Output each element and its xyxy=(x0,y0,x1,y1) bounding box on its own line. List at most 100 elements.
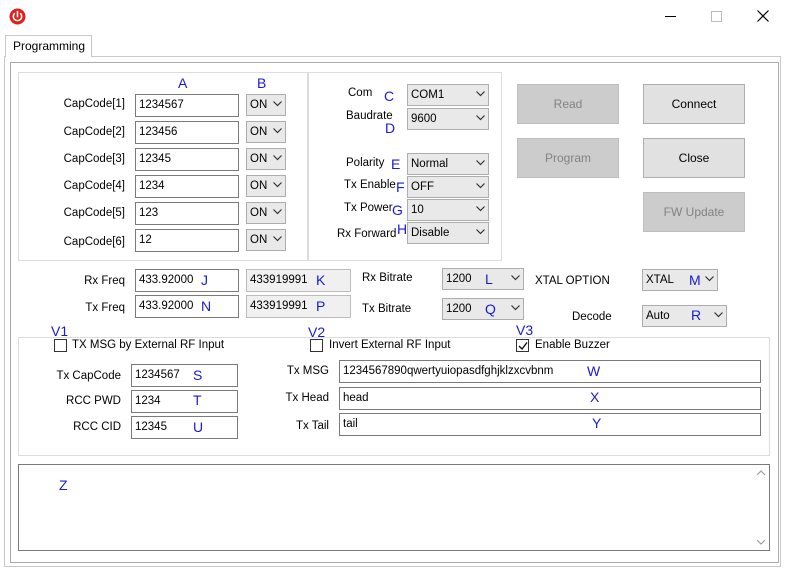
checkmark-icon xyxy=(518,342,528,351)
program-button[interactable]: Program xyxy=(517,138,619,178)
marker-c: C xyxy=(384,88,395,104)
xtal-select[interactable]: XTAL xyxy=(642,269,718,291)
rx-bitrate-label: Rx Bitrate xyxy=(362,272,413,284)
chevron-down-icon xyxy=(511,275,520,281)
tx-head-input[interactable]: head xyxy=(339,387,761,410)
tx-tail-input[interactable]: tail xyxy=(339,413,761,436)
title-bar xyxy=(0,0,787,32)
scroll-up-icon[interactable] xyxy=(755,468,767,478)
com-select[interactable]: COM1 xyxy=(407,84,489,106)
capcode-3-input[interactable]: 12345 xyxy=(135,148,239,171)
maximize-button[interactable] xyxy=(693,0,739,32)
chevron-down-icon xyxy=(705,276,714,282)
decode-label: Decode xyxy=(572,311,612,323)
tx-msg-input[interactable]: 1234567890qwertyuiopasdfghjklzxcvbnm xyxy=(339,360,761,383)
marker-h: H xyxy=(397,221,408,237)
rcc-cid-label: RCC CID xyxy=(73,421,121,433)
read-button[interactable]: Read xyxy=(517,84,619,124)
rx-freq-raw: 433919991 xyxy=(246,269,351,292)
tx-msg-external-checkbox[interactable] xyxy=(54,339,67,352)
tab-programming[interactable]: Programming xyxy=(5,35,92,57)
capcode-2-input[interactable]: 123456 xyxy=(135,121,239,144)
tx-tail-label: Tx Tail xyxy=(295,420,329,432)
marker-v2: V2 xyxy=(308,324,326,340)
marker-f: F xyxy=(396,179,405,195)
chevron-down-icon xyxy=(273,182,282,188)
enable-buzzer-checkbox[interactable] xyxy=(516,339,529,352)
tx-freq-label: Tx Freq xyxy=(85,302,125,314)
chevron-down-icon xyxy=(273,236,282,242)
marker-a: A xyxy=(178,75,188,91)
tx-capcode-label: Tx CapCode xyxy=(56,370,121,382)
marker-y: Y xyxy=(592,415,602,431)
capcode-1-label: CapCode[1] xyxy=(63,98,125,110)
power-logo-icon xyxy=(9,8,26,25)
chevron-down-icon xyxy=(273,128,282,134)
chevron-down-icon xyxy=(273,209,282,215)
baudrate-select[interactable]: 9600 xyxy=(407,108,489,130)
marker-e: E xyxy=(391,156,401,172)
marker-w: W xyxy=(587,363,601,379)
capcode-4-input[interactable]: 1234 xyxy=(135,175,239,198)
marker-t: T xyxy=(193,392,202,408)
rx-freq-input[interactable]: 433.92000 xyxy=(135,269,239,292)
chevron-down-icon xyxy=(511,305,520,311)
marker-j: J xyxy=(201,272,208,288)
capcode-1-select[interactable]: ON xyxy=(246,94,286,116)
maximize-icon xyxy=(710,10,722,22)
tx-bitrate-select[interactable]: 1200 xyxy=(442,298,524,320)
chevron-down-icon xyxy=(476,91,485,97)
rx-forward-select[interactable]: Disable xyxy=(407,222,489,244)
minimize-button[interactable] xyxy=(647,0,693,32)
capcode-6-label: CapCode[6] xyxy=(63,236,125,248)
marker-s: S xyxy=(193,367,203,383)
capcode-1-input[interactable]: 1234567 xyxy=(135,94,239,117)
capcode-3-select[interactable]: ON xyxy=(246,148,286,170)
com-label: Com xyxy=(348,87,373,99)
fw-update-button[interactable]: FW Update xyxy=(643,192,745,232)
enable-buzzer-label: Enable Buzzer xyxy=(535,339,610,351)
marker-k: K xyxy=(316,272,326,288)
marker-q: Q xyxy=(485,301,496,317)
capcode-4-select[interactable]: ON xyxy=(246,175,286,197)
polarity-select[interactable]: Normal xyxy=(407,153,489,175)
tx-msg-external-label: TX MSG by External RF Input xyxy=(72,339,225,351)
tx-freq-input[interactable]: 433.92000 xyxy=(135,295,239,318)
rx-forward-label: Rx Forward xyxy=(337,228,397,240)
capcode-6-select[interactable]: ON xyxy=(246,229,286,251)
polarity-label: Polarity xyxy=(346,157,385,169)
tx-capcode-input[interactable]: 1234567 xyxy=(131,364,238,387)
capcode-2-select[interactable]: ON xyxy=(246,121,286,143)
tx-enable-label: Tx Enable xyxy=(344,179,396,191)
invert-external-checkbox[interactable] xyxy=(310,339,323,352)
marker-l: L xyxy=(485,271,493,287)
decode-select[interactable]: Auto xyxy=(642,305,727,327)
rcc-cid-input[interactable]: 12345 xyxy=(131,416,238,439)
rx-bitrate-select[interactable]: 1200 xyxy=(442,268,524,290)
tx-freq-raw: 433919991 xyxy=(246,295,351,318)
capcode-3-label: CapCode[3] xyxy=(63,153,125,165)
invert-external-label: Invert External RF Input xyxy=(329,339,451,351)
close-button[interactable]: Close xyxy=(643,138,745,178)
capcode-5-select[interactable]: ON xyxy=(246,202,286,224)
capcode-6-input[interactable]: 12 xyxy=(135,229,239,252)
minimize-icon xyxy=(664,15,676,17)
capcode-4-label: CapCode[4] xyxy=(63,180,125,192)
chevron-down-icon xyxy=(476,115,485,121)
marker-b: B xyxy=(257,75,267,91)
chevron-down-icon xyxy=(476,183,485,189)
scroll-down-icon[interactable] xyxy=(755,537,767,547)
close-icon xyxy=(757,10,769,22)
marker-m: M xyxy=(689,272,701,288)
marker-d: D xyxy=(385,120,396,136)
connect-button[interactable]: Connect xyxy=(643,84,745,124)
log-textarea[interactable] xyxy=(18,464,770,551)
close-window-button[interactable] xyxy=(740,0,786,32)
rcc-pwd-label: RCC PWD xyxy=(66,395,121,407)
chevron-down-icon xyxy=(273,101,282,107)
tx-enable-select[interactable]: OFF xyxy=(407,176,489,198)
rcc-pwd-input[interactable]: 1234 xyxy=(131,390,238,413)
capcode-5-input[interactable]: 123 xyxy=(135,202,239,225)
xtal-option-label: XTAL OPTION xyxy=(535,275,610,287)
tx-power-select[interactable]: 10 xyxy=(407,199,489,221)
